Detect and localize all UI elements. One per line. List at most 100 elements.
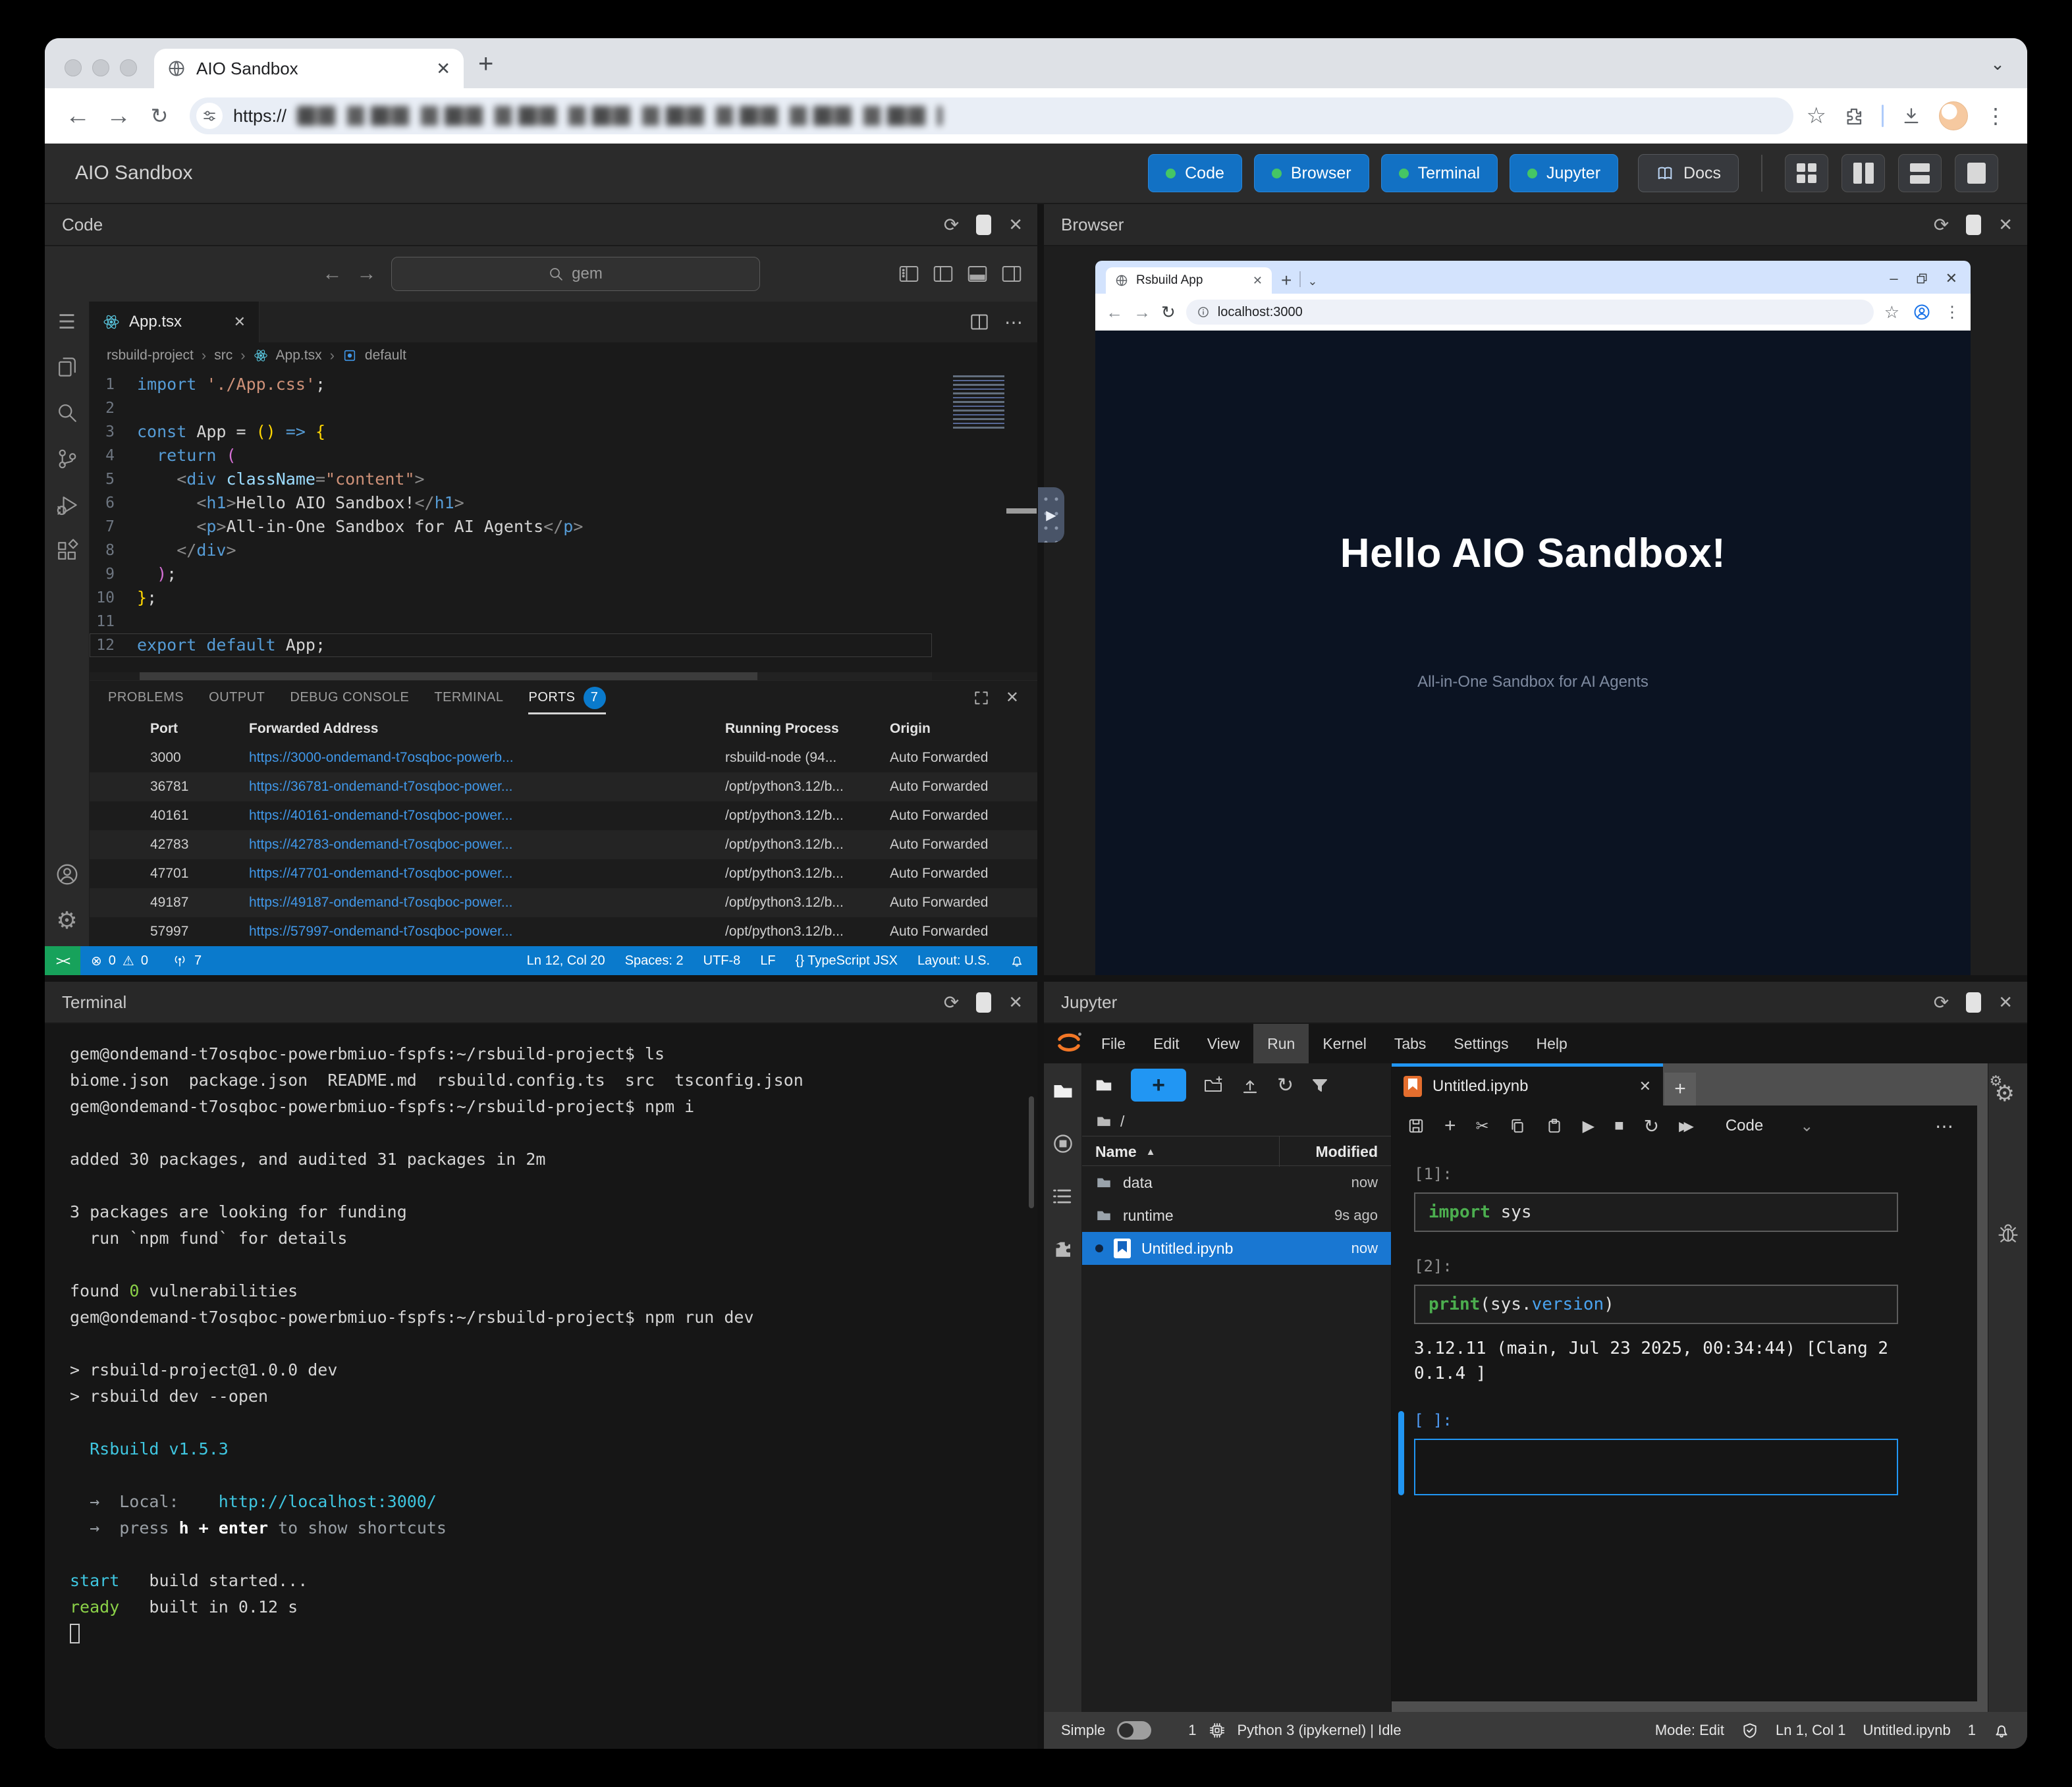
forwarded-address-link[interactable]: https://36781-ondemand-t7osqboc-power...: [249, 779, 725, 795]
errors-count[interactable]: 0: [109, 953, 116, 969]
extensions-icon[interactable]: [1843, 105, 1865, 126]
close-icon[interactable]: ✕: [1998, 215, 2013, 235]
forward-button[interactable]: →: [101, 102, 136, 130]
file-row-data[interactable]: datanow: [1082, 1166, 1391, 1199]
paste-cell-icon[interactable]: [1546, 1117, 1563, 1134]
cursor-position[interactable]: Ln 1, Col 1: [1776, 1722, 1845, 1739]
bottom-tab-output[interactable]: OUTPUT: [209, 681, 265, 714]
minimize-window-button[interactable]: [92, 59, 109, 76]
layout-columns-button[interactable]: [1841, 154, 1885, 192]
breadcrumb-symbol[interactable]: default: [365, 348, 406, 363]
forwarded-ports-count[interactable]: 7: [194, 953, 202, 969]
notebook-cell-3[interactable]: [ ]:: [1414, 1411, 1957, 1495]
forwarded-address-link[interactable]: https://57997-ondemand-t7osqboc-power...: [249, 924, 725, 940]
errors-icon[interactable]: ⊗: [91, 953, 102, 969]
file-browser-icon[interactable]: [1051, 1079, 1075, 1103]
keyboard-layout[interactable]: Layout: U.S.: [917, 953, 990, 969]
menu-kernel[interactable]: Kernel: [1309, 1024, 1380, 1063]
close-icon[interactable]: ✕: [1008, 215, 1023, 235]
panel-divider-handle[interactable]: ▶: [1038, 487, 1064, 543]
new-tab-button[interactable]: +: [464, 49, 510, 88]
run-cell-icon[interactable]: ▶: [1583, 1117, 1595, 1136]
maximize-icon[interactable]: [1966, 215, 1981, 235]
simple-mode-toggle[interactable]: [1117, 1721, 1151, 1740]
source-control-icon[interactable]: [54, 446, 80, 472]
debugger-bug-icon[interactable]: [1996, 1221, 2020, 1245]
notebook-tab[interactable]: Untitled.ipynb ✕: [1392, 1063, 1663, 1106]
port-row[interactable]: 42783https://42783-ondemand-t7osqboc-pow…: [90, 830, 1037, 859]
tab-close-icon[interactable]: ✕: [1639, 1078, 1651, 1095]
close-icon[interactable]: ✕: [1008, 992, 1023, 1013]
notebook-cell-2[interactable]: [2]:print(sys.version)3.12.11 (main, Jul…: [1414, 1257, 1957, 1386]
notebook-filename[interactable]: Untitled.ipynb: [1863, 1722, 1950, 1739]
tab-close-icon[interactable]: ✕: [1253, 274, 1263, 288]
layout-rows-button[interactable]: [1898, 154, 1942, 192]
kernel-status[interactable]: Python 3 (ipykernel) | Idle: [1238, 1722, 1402, 1739]
maximize-icon[interactable]: [976, 992, 991, 1013]
header-button-terminal[interactable]: Terminal: [1381, 154, 1498, 192]
editor-tab-app-tsx[interactable]: App.tsx ✕: [90, 302, 259, 342]
reload-button[interactable]: ↻: [142, 103, 177, 128]
tab-close-icon[interactable]: ✕: [436, 59, 450, 79]
eol[interactable]: LF: [760, 953, 775, 969]
refresh-icon[interactable]: ⟳: [944, 992, 959, 1013]
browser-tab[interactable]: AIO Sandbox ✕: [154, 49, 464, 88]
cell-input[interactable]: import sys: [1414, 1192, 1898, 1232]
breadcrumb-file[interactable]: App.tsx: [276, 348, 322, 363]
port-row[interactable]: 36781https://36781-ondemand-t7osqboc-pow…: [90, 772, 1037, 801]
notebook-cells[interactable]: [1]:import sys [2]:print(sys.version)3.12…: [1392, 1146, 1977, 1701]
notification-count[interactable]: 1: [1968, 1722, 1976, 1739]
notebook-cell-1[interactable]: [1]:import sys: [1414, 1165, 1957, 1232]
cut-cell-icon[interactable]: ✂: [1476, 1117, 1489, 1136]
encoding[interactable]: UTF-8: [703, 953, 741, 969]
port-row[interactable]: 40161https://40161-ondemand-t7osqboc-pow…: [90, 801, 1037, 830]
port-row[interactable]: 49187https://49187-ondemand-t7osqboc-pow…: [90, 888, 1037, 917]
new-notebook-tab-button[interactable]: +: [1664, 1073, 1696, 1106]
cursor-position[interactable]: Ln 12, Col 20: [527, 953, 605, 969]
col-modified[interactable]: Modified: [1279, 1136, 1378, 1167]
bottom-tab-problems[interactable]: PROBLEMS: [108, 681, 184, 714]
terminal-output[interactable]: gem@ondemand-t7osqboc-powerbmiuo-fspfs:~…: [45, 1024, 1037, 1749]
forwarded-address-link[interactable]: https://42783-ondemand-t7osqboc-power...: [249, 837, 725, 853]
more-actions-icon[interactable]: ⋯: [1004, 311, 1023, 333]
new-tab-button[interactable]: +: [1272, 270, 1299, 294]
toggle-panel-left-icon[interactable]: [899, 265, 919, 282]
mode-indicator[interactable]: Mode: Edit: [1655, 1722, 1724, 1739]
bookmark-icon[interactable]: ☆: [1884, 302, 1899, 323]
menu-kebab-icon[interactable]: ⋮: [1985, 103, 2006, 128]
port-row[interactable]: 47701https://47701-ondemand-t7osqboc-pow…: [90, 859, 1037, 888]
save-icon[interactable]: [1407, 1117, 1425, 1134]
docs-button[interactable]: Docs: [1638, 154, 1739, 192]
toggle-sidebar-icon[interactable]: [933, 265, 953, 282]
new-launcher-button[interactable]: +: [1131, 1069, 1186, 1102]
embedded-address-bar[interactable]: localhost:3000: [1186, 300, 1874, 325]
bell-icon[interactable]: [1993, 1722, 2010, 1739]
ports-radio-icon[interactable]: [172, 953, 188, 969]
cell-input[interactable]: print(sys.version): [1414, 1285, 1898, 1324]
kernel-chip-icon[interactable]: [1209, 1722, 1226, 1739]
col-name[interactable]: Name: [1095, 1143, 1137, 1161]
language-mode[interactable]: {} TypeScript JSX: [796, 953, 898, 969]
file-row-untitled-ipynb[interactable]: Untitled.ipynbnow: [1082, 1232, 1391, 1265]
address-bar[interactable]: https://: [190, 97, 1793, 134]
toggle-bottom-panel-icon[interactable]: [968, 265, 987, 282]
maximize-icon[interactable]: [976, 215, 991, 235]
bottom-tab-ports[interactable]: PORTS7: [528, 681, 605, 714]
property-inspector-icon[interactable]: ⚙⚙: [1995, 1080, 2021, 1109]
refresh-icon[interactable]: ⟳: [1934, 214, 1949, 236]
restore-icon[interactable]: [1915, 272, 1928, 285]
restart-kernel-icon[interactable]: ↻: [1644, 1115, 1659, 1137]
menu-kebab-icon[interactable]: ⋮: [1944, 303, 1960, 322]
menu-file[interactable]: File: [1087, 1024, 1139, 1063]
running-sessions-icon[interactable]: [1051, 1132, 1075, 1156]
extensions-sidebar-icon[interactable]: [54, 538, 80, 564]
split-editor-icon[interactable]: [970, 313, 989, 331]
bookmark-icon[interactable]: ☆: [1807, 103, 1826, 129]
breadcrumb-src[interactable]: src: [214, 348, 232, 363]
indentation[interactable]: Spaces: 2: [625, 953, 684, 969]
back-icon[interactable]: ←: [1106, 302, 1123, 323]
layout-grid-button[interactable]: [1785, 154, 1828, 192]
menu-tabs[interactable]: Tabs: [1380, 1024, 1440, 1063]
port-row[interactable]: 57997https://57997-ondemand-t7osqboc-pow…: [90, 917, 1037, 946]
menu-view[interactable]: View: [1193, 1024, 1253, 1063]
